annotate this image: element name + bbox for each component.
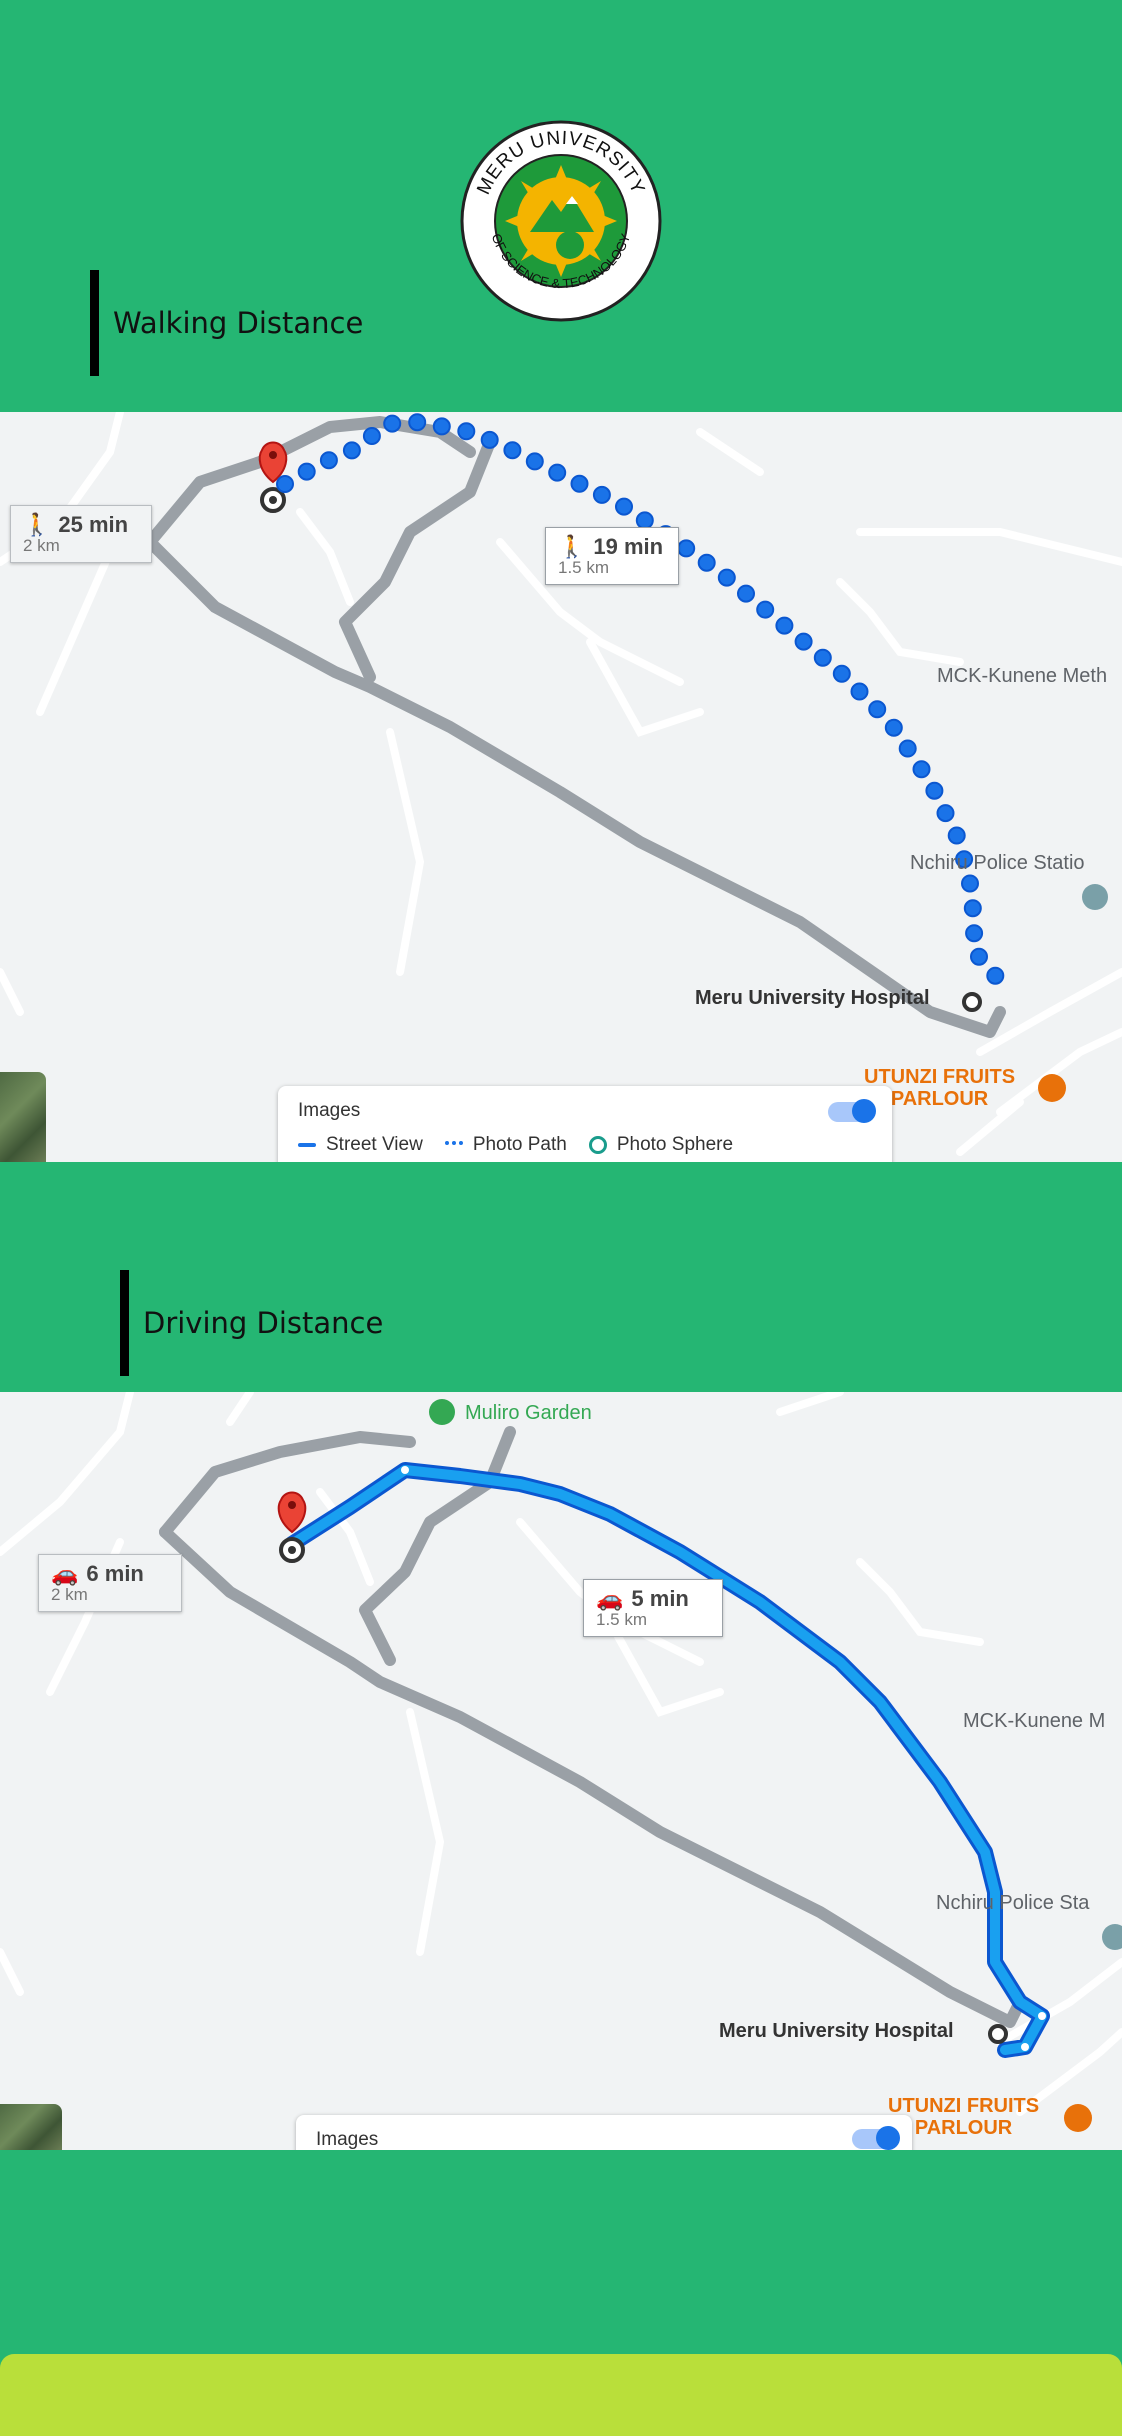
- walking-route-dot: [794, 632, 813, 651]
- walking-route-dot: [362, 427, 381, 445]
- driving-alt-route-callout[interactable]: 🚗 6 min 2 km: [38, 1554, 182, 1612]
- driving-alt-time: 6 min: [86, 1561, 144, 1586]
- university-logo: MERU UNIVERSITY OF SCIENCE & TECHNOLOGY: [460, 120, 662, 322]
- images-layer-title: Images: [316, 2129, 379, 2150]
- walking-route-dot: [276, 475, 294, 493]
- driving-alt-distance: 2 km: [51, 1585, 88, 1604]
- walk-icon: 🚶: [558, 534, 586, 559]
- driving-main-route-callout[interactable]: 🚗 5 min 1.5 km: [583, 1579, 723, 1637]
- walking-alt-distance: 2 km: [23, 536, 60, 555]
- walking-route-dot: [548, 463, 567, 482]
- driving-heading-text: Driving Distance: [143, 1306, 384, 1340]
- walking-route-dot: [813, 648, 832, 667]
- walking-main-distance: 1.5 km: [558, 558, 610, 577]
- walking-route-dot: [408, 413, 427, 432]
- walking-route-dot: [697, 553, 716, 572]
- walking-alt-time: 25 min: [58, 512, 129, 537]
- satellite-thumbnail[interactable]: [0, 2104, 62, 2150]
- legend-photo-path: Photo Path: [444, 1134, 567, 1156]
- car-icon: 🚗: [596, 1586, 624, 1611]
- legend-street-view: Street View: [298, 1134, 423, 1156]
- walking-route-dot: [457, 422, 476, 441]
- images-layer-panel[interactable]: Images: [296, 2115, 912, 2150]
- walking-alt-route-callout[interactable]: 🚶 25 min 2 km: [10, 505, 152, 563]
- walking-route-dot: [884, 718, 903, 737]
- walking-route-dot: [592, 485, 611, 504]
- walking-route-dot: [319, 451, 338, 470]
- walking-route-dot: [756, 600, 775, 619]
- images-layer-panel[interactable]: Images Street View Photo Path Photo Sphe…: [278, 1086, 892, 1162]
- walking-route-dot: [342, 441, 361, 460]
- driving-main-distance: 1.5 km: [596, 1610, 648, 1629]
- walking-route-dot: [832, 664, 851, 683]
- walking-route-dot: [961, 874, 979, 893]
- walking-route-dot: [965, 924, 984, 943]
- walking-route-dot: [503, 441, 522, 460]
- walking-route-dot: [677, 539, 696, 558]
- walking-route-dot: [635, 511, 654, 530]
- photo-sphere-icon: [588, 1136, 607, 1154]
- walking-route-dot: [737, 584, 755, 603]
- images-layer-title: Images: [298, 1100, 361, 1121]
- walking-route-dot: [570, 474, 589, 493]
- walking-route-dot: [912, 760, 931, 779]
- walking-route-dot: [925, 781, 944, 800]
- driving-heading: Driving Distance: [120, 1270, 383, 1376]
- walking-route-dot: [986, 966, 1005, 985]
- place-hospital[interactable]: Meru University Hospital: [695, 987, 930, 1010]
- walking-route-dot: [963, 899, 982, 918]
- walking-route-dot: [936, 804, 955, 823]
- walking-heading: Walking Distance: [90, 270, 363, 376]
- walking-route-dot: [432, 417, 451, 436]
- walking-route-dot: [297, 462, 316, 481]
- walking-route-dot: [717, 568, 736, 587]
- place-nchiru-police[interactable]: Nchiru Police Statio: [910, 852, 1085, 875]
- car-icon: 🚗: [51, 1561, 79, 1586]
- driving-map[interactable]: 🚗 6 min 2 km 🚗 5 min 1.5 km Muliro Garde…: [0, 1392, 1122, 2150]
- walking-main-route-callout[interactable]: 🚶 19 min 1.5 km: [545, 527, 679, 585]
- walk-icon: 🚶: [23, 512, 51, 537]
- walking-route-dot: [868, 700, 887, 719]
- walking-route-dot: [615, 497, 633, 516]
- walking-route-dot: [970, 947, 988, 966]
- legend-photo-sphere: Photo Sphere: [588, 1134, 733, 1156]
- images-toggle[interactable]: [852, 2126, 900, 2150]
- photo-path-dots-icon: [444, 1141, 463, 1149]
- place-mck-kunene[interactable]: MCK-Kunene Meth: [937, 665, 1107, 688]
- place-hospital[interactable]: Meru University Hospital: [719, 2020, 954, 2043]
- street-view-line-icon: [298, 1143, 316, 1147]
- walking-route-dot: [480, 430, 499, 449]
- place-mck-kunene[interactable]: MCK-Kunene M: [963, 1710, 1105, 1733]
- walking-route-dot: [775, 616, 794, 635]
- walking-map[interactable]: 🚶 25 min 2 km 🚶 19 min 1.5 km MCK-Kunene…: [0, 412, 1122, 1162]
- walking-route-dot: [898, 739, 917, 758]
- walking-heading-text: Walking Distance: [113, 306, 364, 340]
- walking-route-dot: [947, 826, 966, 845]
- walking-route-dot: [525, 452, 544, 471]
- place-muliro-garden[interactable]: Muliro Garden: [465, 1402, 592, 1425]
- images-toggle[interactable]: [828, 1099, 876, 1123]
- place-nchiru-police[interactable]: Nchiru Police Sta: [936, 1892, 1089, 1915]
- footer-bar: [0, 2354, 1122, 2436]
- satellite-thumbnail[interactable]: [0, 1072, 46, 1162]
- walking-route-dot: [850, 682, 869, 701]
- driving-main-time: 5 min: [631, 1586, 689, 1611]
- walking-main-time: 19 min: [593, 534, 664, 559]
- walking-route-dot: [383, 414, 402, 433]
